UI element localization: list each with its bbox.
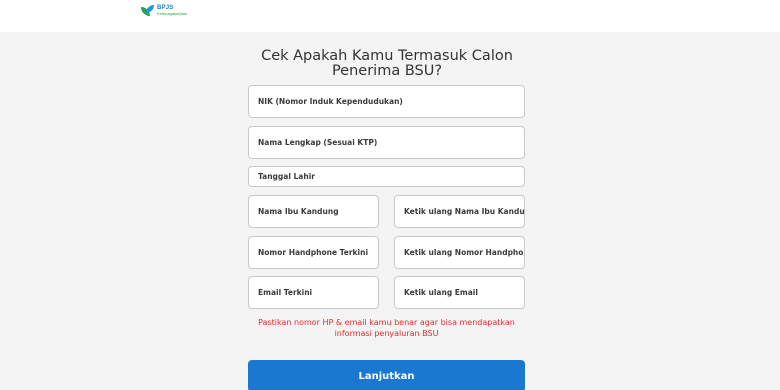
hp-field-box — [248, 236, 379, 269]
tanggal-lahir-input[interactable] — [258, 172, 524, 181]
tanggal-lahir-field-box — [248, 166, 525, 187]
nama-field-box — [248, 126, 525, 159]
email-confirm-field-box — [394, 276, 525, 309]
page-title: Cek Apakah Kamu Termasuk Calon Penerima … — [261, 48, 513, 79]
warning-notice: Pastikan nomor HP & email kamu benar aga… — [258, 318, 515, 338]
nama-lengkap-input[interactable] — [258, 138, 524, 147]
ibu-confirm-field-box — [394, 195, 525, 228]
lanjutkan-button[interactable]: Lanjutkan — [248, 360, 525, 390]
phone-confirm-input[interactable] — [404, 248, 524, 257]
email-field-box — [248, 276, 379, 309]
bpjs-logo-icon — [141, 5, 155, 16]
bpjs-logo[interactable]: BPJS Ketenagakerjaan — [141, 5, 187, 16]
nama-ibu-confirm-input[interactable] — [404, 207, 524, 216]
phone-input[interactable] — [258, 248, 378, 257]
ibu-field-box — [248, 195, 379, 228]
email-confirm-input[interactable] — [404, 288, 524, 297]
logo-subtitle: Ketenagakerjaan — [157, 11, 188, 16]
hp-confirm-field-box — [394, 236, 525, 269]
top-navbar: BPJS Ketenagakerjaan — [0, 0, 780, 32]
nik-input[interactable] — [258, 97, 524, 106]
email-input[interactable] — [258, 288, 378, 297]
nik-field-box — [248, 85, 525, 118]
nama-ibu-input[interactable] — [258, 207, 378, 216]
